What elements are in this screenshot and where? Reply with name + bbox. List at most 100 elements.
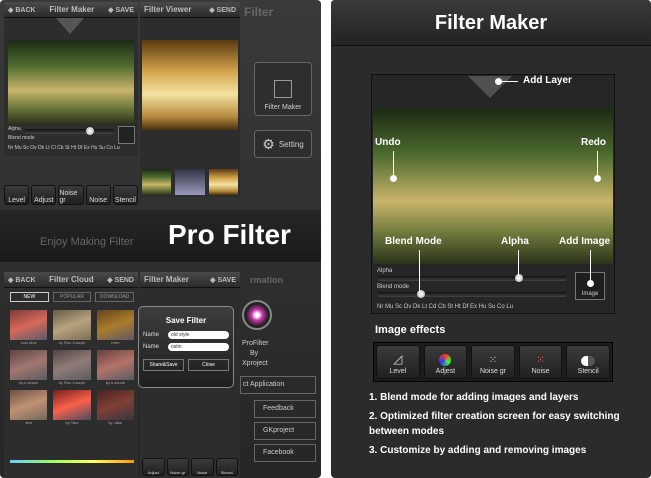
grid-cell[interactable]: by k.shunk bbox=[96, 350, 134, 385]
grid-cell[interactable]: cool blue bbox=[10, 310, 48, 345]
effect-label: Adjust bbox=[34, 197, 54, 204]
effect-label: Level bbox=[8, 197, 25, 204]
effect-stencil[interactable]: Stencil bbox=[566, 345, 610, 379]
close-button[interactable]: Close bbox=[188, 359, 229, 371]
effect-stencil[interactable]: Stencil bbox=[112, 185, 139, 205]
effect-adjust[interactable]: Adjust bbox=[31, 185, 57, 205]
add-layer-tab[interactable] bbox=[56, 18, 84, 34]
grid-caption: test bbox=[25, 420, 32, 425]
feedback-button[interactable]: Feedback bbox=[254, 400, 316, 418]
top-bar: Filter Viewer ◆ SEND bbox=[140, 2, 240, 18]
alpha-callout: Alpha bbox=[501, 236, 529, 247]
effect-label: Level bbox=[389, 368, 407, 375]
filter-maker-panel: ◆ BACK Filter Maker ◆ SAVE Alpha Blend m… bbox=[4, 2, 138, 156]
top-bar: ◆ BACK Filter Cloud ◆ SEND bbox=[4, 272, 138, 288]
thumbnail[interactable] bbox=[208, 169, 238, 195]
undo-dot[interactable] bbox=[390, 175, 397, 182]
save-button[interactable]: ◆ SAVE bbox=[108, 6, 134, 14]
thumbnail-strip bbox=[140, 167, 240, 197]
effect-noise-gr[interactable]: Noise gr bbox=[58, 185, 84, 205]
image-button[interactable] bbox=[118, 126, 135, 144]
effect-adjust[interactable]: Adjest bbox=[423, 345, 468, 379]
send-button[interactable]: ◆ SEND bbox=[209, 6, 236, 14]
panel-title: Filter Viewer bbox=[144, 5, 192, 14]
effect-label: Noise gr bbox=[170, 470, 186, 475]
grid-caption: by Taro bbox=[65, 420, 79, 425]
gear-icon: ⚙ bbox=[262, 135, 275, 152]
effect-adjust[interactable]: Adjust bbox=[142, 458, 165, 476]
share-save-button[interactable]: Share&Save bbox=[143, 359, 184, 371]
effects-mini: Adjust Noise gr Noise Stencil bbox=[142, 458, 238, 476]
effect-level[interactable]: ◿ Level bbox=[376, 345, 420, 379]
blend-letters: Nr Mu Sc Ov Dk Lt Cd Cb St Ht Df Ex Hu S… bbox=[377, 304, 514, 310]
feature-item: 3. Customize by adding and removing imag… bbox=[369, 445, 587, 456]
right-screenshot: Filter Maker Alpha Blend mode Image Nr M… bbox=[331, 0, 651, 478]
tab-popular[interactable]: POPULAR bbox=[52, 292, 92, 302]
filter-maker-button[interactable]: Filter Maker bbox=[254, 62, 312, 116]
app-icon bbox=[242, 300, 272, 330]
banner-title: Pro Filter bbox=[168, 219, 291, 250]
progress-strip bbox=[10, 460, 134, 463]
grid-cell[interactable]: by Ron Joseph bbox=[53, 350, 91, 385]
left-screenshot: ◆ BACK Filter Maker ◆ SAVE Alpha Blend m… bbox=[0, 0, 321, 478]
feature-item: 1. Blend mode for adding images and laye… bbox=[369, 392, 579, 403]
blend-slider[interactable] bbox=[377, 292, 567, 297]
page-title: Filter Maker bbox=[434, 12, 548, 34]
noise-gray-icon: ⁙ bbox=[488, 355, 498, 366]
redo-dot[interactable] bbox=[594, 175, 601, 182]
tab-download[interactable]: DOWNLOAD bbox=[95, 292, 135, 302]
alpha-knob[interactable] bbox=[515, 274, 523, 282]
button-label: Filter Maker bbox=[264, 104, 302, 111]
level-icon: ◿ bbox=[393, 352, 403, 366]
add-layer-callout: Add Layer bbox=[523, 75, 572, 86]
grid-cell[interactable]: by Ron Joseph bbox=[53, 310, 91, 345]
filter-viewer-panel: Filter Viewer ◆ SEND bbox=[140, 2, 240, 197]
effect-level[interactable]: Level bbox=[4, 185, 30, 205]
author-field[interactable]: ostin bbox=[168, 343, 229, 351]
setting-button[interactable]: ⚙ Setting bbox=[254, 130, 312, 158]
blend-label: Blend mode bbox=[377, 284, 410, 290]
effect-label: Noise gr bbox=[59, 190, 78, 204]
add-layer-tab[interactable] bbox=[468, 76, 512, 98]
grid-cell[interactable]: by Taro bbox=[53, 390, 91, 425]
grid-cell[interactable]: by Jake bbox=[96, 390, 134, 425]
author-label: Name bbox=[143, 344, 160, 350]
facebook-button[interactable]: Facebook bbox=[254, 444, 316, 462]
top-bar: ◆ BACK Filter Maker ◆ SAVE bbox=[4, 2, 138, 18]
thumbnail[interactable] bbox=[142, 169, 172, 195]
grid-cell[interactable]: by k.shunk bbox=[10, 350, 48, 385]
filter-maker-icon bbox=[274, 80, 292, 98]
back-button[interactable]: ◆ BACK bbox=[8, 6, 36, 14]
grid-caption: by Ron Joseph bbox=[58, 340, 86, 345]
effects-bar: ◿ Level Adjest ⁙ Noise gr ⁙ Noise Stenci… bbox=[373, 342, 613, 382]
send-button[interactable]: ◆ SEND bbox=[107, 276, 134, 284]
app-link[interactable]: ct Application bbox=[240, 376, 316, 394]
gkproject-button[interactable]: GKproject bbox=[254, 422, 316, 440]
tab-bar: NEW POPULAR DOWNLOAD bbox=[10, 292, 135, 302]
alpha-slider[interactable] bbox=[377, 276, 567, 281]
effect-label: Adjust bbox=[147, 470, 159, 475]
dialog-title: Save Filter bbox=[165, 316, 207, 325]
filter-grid: cool blue by Ron Joseph retro by k.shunk… bbox=[10, 310, 134, 425]
panel-title: Filter Maker bbox=[49, 5, 95, 14]
noise-color-icon: ⁙ bbox=[536, 355, 545, 366]
grid-cell[interactable]: retro bbox=[96, 310, 134, 345]
grid-cell[interactable]: test bbox=[10, 390, 48, 425]
name-field[interactable]: old style bbox=[168, 331, 229, 339]
back-button[interactable]: ◆ BACK bbox=[8, 276, 36, 284]
effect-stencil[interactable]: Stencil bbox=[215, 458, 238, 476]
thumbnail[interactable] bbox=[175, 169, 205, 195]
stencil-icon bbox=[581, 356, 596, 366]
effect-noise[interactable]: Noise bbox=[191, 458, 214, 476]
info-title: rmation bbox=[250, 275, 284, 285]
alpha-slider[interactable] bbox=[24, 129, 114, 134]
effect-noise-gr[interactable]: ⁙ Noise gr bbox=[471, 345, 515, 379]
tab-new[interactable]: NEW bbox=[10, 292, 49, 302]
redo-callout: Redo bbox=[581, 137, 606, 148]
effect-noise-gr[interactable]: Noise gr bbox=[166, 458, 189, 476]
effect-noise[interactable]: Noise bbox=[85, 185, 111, 205]
save-button[interactable]: ◆ SAVE bbox=[210, 276, 236, 284]
alpha-knob[interactable] bbox=[86, 127, 94, 135]
effect-noise[interactable]: ⁙ Noise bbox=[518, 345, 563, 379]
blend-mode-callout: Blend Mode bbox=[385, 236, 442, 247]
